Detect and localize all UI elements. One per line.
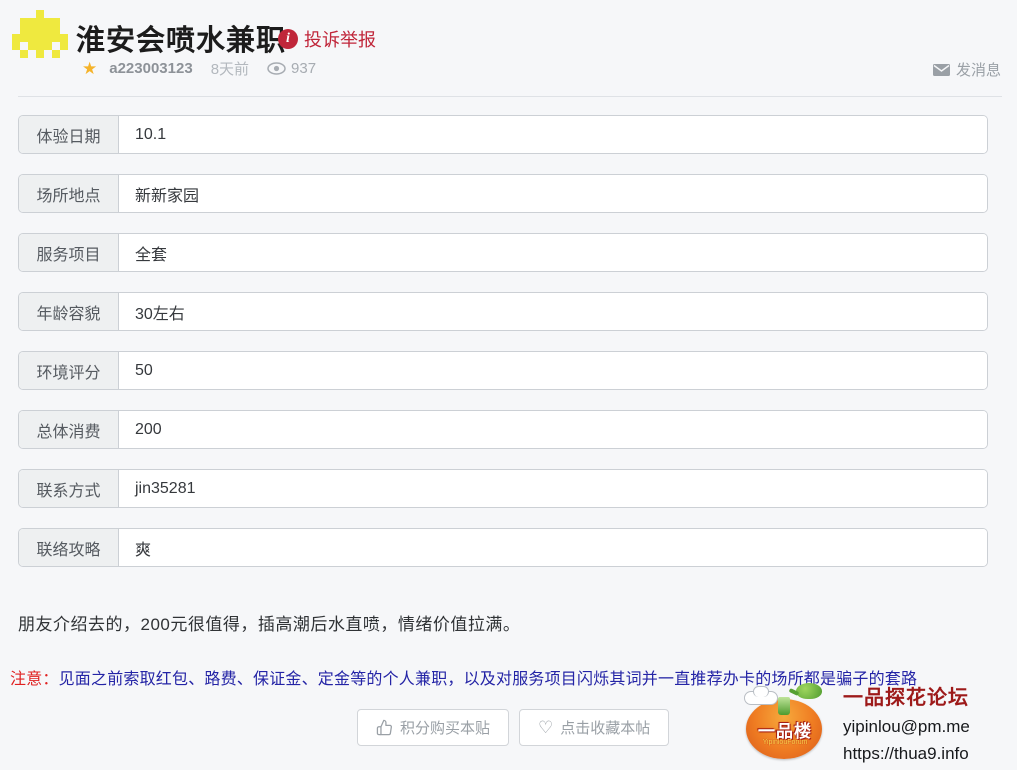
forum-logo: 一品楼 YipinlouForum [744,683,826,765]
field-row-env-score: 环境评分 50 [18,351,988,390]
action-buttons: 积分购买本贴 ♡ 点击收藏本帖 [357,709,669,746]
field-row-experience-date: 体验日期 10.1 [18,115,988,154]
field-row-location: 场所地点 新新家园 [18,174,988,213]
header-divider [18,96,1002,97]
send-message-label: 发消息 [956,59,1001,80]
eye-icon [267,62,286,75]
contact-email: yipinlou@pm.me [843,717,970,737]
field-label: 联系方式 [19,470,119,507]
field-value: jin35281 [119,470,987,507]
field-value: 50 [119,352,987,389]
send-message-button[interactable]: 发消息 [933,59,1001,80]
envelope-icon [933,64,950,76]
logo-cloud-icon [744,691,778,705]
buy-with-points-label: 积分购买本贴 [400,717,490,738]
logo-teacup-icon [778,697,790,715]
username-link[interactable]: a223003123 [109,60,192,77]
report-label: 投诉举报 [304,26,376,52]
field-value: 30左右 [119,293,987,330]
review-text: 朋友介绍去的，200元很值得，插高潮后水直喷，情绪价值拉满。 [18,610,520,635]
star-icon: ★ [82,59,97,79]
favorite-label: 点击收藏本帖 [560,717,650,738]
field-label: 年龄容貌 [19,293,119,330]
logo-teapot-icon [796,683,822,699]
info-circle-icon: i [278,29,298,49]
post-time: 8天前 [211,58,249,79]
field-label: 场所地点 [19,175,119,212]
field-value: 200 [119,411,987,448]
field-value: 全套 [119,234,987,271]
field-label: 联络攻略 [19,529,119,566]
site-url: https://thua9.info [843,744,970,764]
notice-label: 注意： [10,671,59,688]
field-label: 环境评分 [19,352,119,389]
view-count: 937 [291,60,316,77]
field-row-strategy: 联络攻略 爽 [18,528,988,567]
field-row-service: 服务项目 全套 [18,233,988,272]
buy-with-points-button[interactable]: 积分购买本贴 [357,709,509,746]
report-link[interactable]: i 投诉举报 [278,26,376,52]
site-info: 一品探花论坛 yipinlou@pm.me https://thua9.info [843,681,970,764]
favorite-button[interactable]: ♡ 点击收藏本帖 [519,709,669,746]
field-row-total-cost: 总体消费 200 [18,410,988,449]
field-row-age-look: 年龄容貌 30左右 [18,292,988,331]
page-title: 淮安会喷水兼职 [76,17,286,59]
logo-subtext: YipinlouForum [744,739,826,746]
field-value: 10.1 [119,116,987,153]
field-row-contact: 联系方式 jin35281 [18,469,988,508]
field-value: 爽 [119,529,987,566]
field-label: 体验日期 [19,116,119,153]
pixel-monster-logo-icon [12,10,20,18]
thumbs-up-icon [376,719,393,736]
post-meta: ★ a223003123 8天前 937 [82,58,316,79]
field-list: 体验日期 10.1 场所地点 新新家园 服务项目 全套 年龄容貌 30左右 环境… [18,115,988,587]
forum-name: 一品探花论坛 [843,681,970,710]
field-value: 新新家园 [119,175,987,212]
field-label: 总体消费 [19,411,119,448]
field-label: 服务项目 [19,234,119,271]
heart-icon: ♡ [538,719,553,736]
